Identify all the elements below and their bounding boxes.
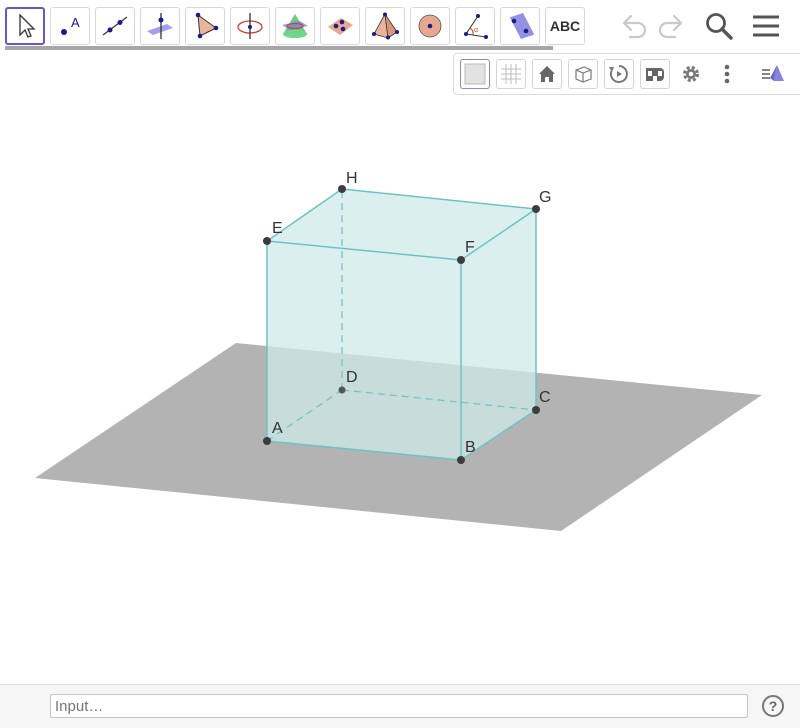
angle-tool-button[interactable]: α	[455, 7, 495, 45]
standard-view-button[interactable]	[532, 59, 562, 89]
view-direction-cube-icon	[575, 66, 592, 83]
stereo-projection-button[interactable]	[640, 59, 670, 89]
line-tool-button[interactable]	[95, 7, 135, 45]
point-icon: A	[61, 15, 80, 35]
point-H[interactable]	[338, 185, 346, 193]
point-D[interactable]	[338, 386, 346, 394]
scene-3d	[35, 185, 762, 531]
settings-button[interactable]	[676, 59, 706, 89]
circle-axis-tool-button[interactable]	[230, 7, 270, 45]
settings-gear-icon	[683, 66, 699, 82]
perpendicular-line-icon	[147, 13, 173, 39]
circle-around-axis-icon	[237, 13, 263, 39]
view-direction-button[interactable]	[568, 59, 598, 89]
label-H: H	[346, 170, 358, 187]
point-tool-glyph: A	[71, 15, 80, 30]
perpendicular-line-tool-button[interactable]	[140, 7, 180, 45]
label-D: D	[346, 369, 358, 386]
reflect-plane-tool-button[interactable]	[500, 7, 540, 45]
graphics-style-bar	[453, 53, 800, 95]
pyramid-tool-button[interactable]	[365, 7, 405, 45]
label-E: E	[272, 220, 283, 237]
label-C: C	[539, 389, 551, 406]
sphere-icon	[418, 14, 442, 38]
search-button[interactable]	[702, 9, 736, 43]
stereo-glasses-icon	[646, 68, 664, 81]
background-square-icon	[464, 63, 486, 85]
geogebra-3d-app: A α ABC A B C D E F G H Input… ?	[0, 0, 800, 728]
algebra-input-field[interactable]	[50, 694, 748, 718]
grid-toggle-button[interactable]	[496, 59, 526, 89]
intersect-surfaces-icon	[282, 14, 308, 38]
background-toggle-button[interactable]	[460, 59, 490, 89]
point-E[interactable]	[263, 237, 271, 245]
redo-button[interactable]	[654, 9, 688, 43]
main-menu-button[interactable]	[749, 9, 783, 43]
label-B: B	[465, 439, 476, 456]
toolbar-scroll-indicator	[5, 46, 553, 50]
plane-three-points-tool-button[interactable]	[320, 7, 360, 45]
more-options-icon	[724, 64, 730, 84]
home-icon	[539, 66, 555, 82]
rotate-view-button[interactable]	[604, 59, 634, 89]
svg-text:α: α	[474, 27, 478, 34]
toggle-style-bar-icon	[762, 65, 784, 81]
redo-icon	[658, 14, 683, 39]
point-F[interactable]	[457, 256, 465, 264]
arrow-cursor-icon	[19, 13, 36, 38]
reflect-about-plane-icon	[509, 13, 535, 39]
cube-face-front	[267, 241, 461, 460]
search-icon	[706, 13, 733, 40]
toolbar: A α ABC	[0, 0, 800, 52]
rotate-view-icon	[609, 65, 628, 83]
label-G: G	[539, 189, 552, 206]
point-A[interactable]	[263, 437, 271, 445]
plane-through-points-icon	[328, 18, 353, 35]
pyramid-icon	[372, 12, 399, 40]
point-B[interactable]	[457, 456, 465, 464]
undo-icon	[622, 14, 647, 39]
point-G[interactable]	[532, 205, 540, 213]
point-C[interactable]	[532, 406, 540, 414]
menu-icon	[753, 15, 779, 37]
help-icon: ?	[768, 698, 778, 714]
input-help-button[interactable]: ?	[762, 695, 784, 717]
angle-icon: α	[464, 14, 488, 39]
label-A: A	[272, 420, 283, 437]
intersect-surfaces-tool-button[interactable]	[275, 7, 315, 45]
graphics-3d-view[interactable]: A B C D E F G H	[0, 96, 800, 684]
point-tool-button[interactable]: A	[50, 7, 90, 45]
input-bar: ?	[0, 684, 800, 728]
label-F: F	[465, 239, 475, 256]
polygon-tool-button[interactable]	[185, 7, 225, 45]
text-tool-label: ABC	[549, 18, 581, 34]
polygon-icon	[195, 12, 219, 39]
text-tool-button[interactable]: ABC	[545, 7, 585, 45]
toggle-style-bar-button[interactable]	[758, 59, 788, 89]
more-options-button[interactable]	[712, 59, 742, 89]
undo-button[interactable]	[617, 9, 651, 43]
line-icon	[102, 16, 128, 36]
grid-icon	[501, 64, 521, 84]
sphere-tool-button[interactable]	[410, 7, 450, 45]
move-tool-button[interactable]	[5, 7, 45, 45]
